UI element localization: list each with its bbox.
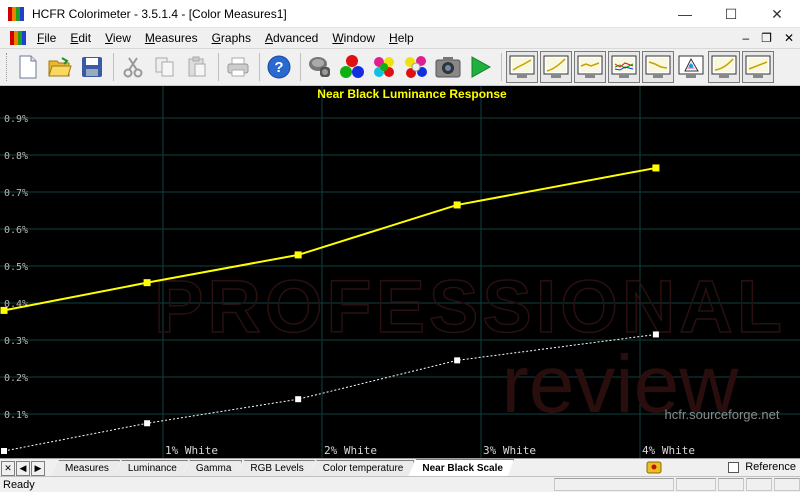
status-panel — [774, 478, 800, 491]
tab-near-black-scale[interactable]: Near Black Scale — [408, 459, 514, 476]
graph-view-8-icon[interactable] — [742, 51, 774, 83]
toolbar-separator — [259, 53, 260, 81]
graph-tab-strip: ✕ ◀ ▶ Measures Luminance Gamma RGB Level… — [0, 458, 800, 476]
rgb-balls-icon[interactable] — [337, 52, 367, 82]
cut-icon[interactable] — [118, 52, 148, 82]
new-document-icon[interactable] — [13, 52, 43, 82]
toolbar-separator — [113, 53, 114, 81]
tab-luminance[interactable]: Luminance — [114, 460, 188, 476]
data-point — [454, 357, 461, 364]
y-tick-label: 0.7% — [4, 188, 28, 199]
status-text: Ready — [3, 478, 35, 491]
menu-measures[interactable]: Measures — [138, 31, 205, 45]
tab-measures[interactable]: Measures — [51, 460, 120, 476]
menu-view[interactable]: View — [98, 31, 138, 45]
menu-graphs[interactable]: Graphs — [205, 31, 258, 45]
app-icon — [8, 6, 24, 21]
data-point — [294, 251, 302, 259]
y-tick-label: 0.3% — [4, 336, 28, 347]
paste-icon[interactable] — [182, 52, 212, 82]
mdi-close-button[interactable]: ✕ — [784, 31, 794, 45]
sensor-icon[interactable] — [305, 52, 335, 82]
status-panel — [554, 478, 674, 491]
camera-icon[interactable] — [433, 52, 463, 82]
data-point — [1, 448, 7, 454]
minimize-button[interactable]: — — [662, 0, 708, 28]
tab-color-temperature[interactable]: Color temperature — [309, 460, 415, 476]
menu-help[interactable]: Help — [382, 31, 421, 45]
watermark-text-primary: PROFESSIONAL — [154, 265, 786, 348]
menu-file[interactable]: File — [30, 31, 63, 45]
menu-bar: File Edit View Measures Graphs Advanced … — [0, 28, 800, 48]
document-icon[interactable] — [10, 31, 26, 45]
toolbar: ? — [0, 48, 800, 86]
menu-advanced[interactable]: Advanced — [258, 31, 325, 45]
tab-rgb-levels[interactable]: RGB Levels — [236, 460, 314, 476]
tab-close-button[interactable]: ✕ — [1, 461, 15, 476]
near-black-chart[interactable]: 0.1% 0.2% 0.3% 0.4% 0.5% 0.6% 0.7% 0.8% 0.9% 1% W… — [0, 86, 800, 458]
x-tick-label: 4% White — [642, 444, 695, 457]
title-bar: HCFR Colorimeter - 3.5.1.4 - [Color Meas… — [0, 0, 800, 28]
reference-label: Reference — [745, 461, 796, 473]
tab-gamma[interactable]: Gamma — [182, 460, 243, 476]
graph-view-4-icon[interactable] — [608, 51, 640, 83]
data-point — [652, 164, 660, 172]
x-tick-label: 3% White — [483, 444, 536, 457]
tab-scroll-right-button[interactable]: ▶ — [31, 461, 45, 476]
y-tick-label: 0.9% — [4, 114, 28, 125]
status-panel — [746, 478, 772, 491]
reference-checkbox[interactable] — [728, 461, 740, 473]
data-point — [144, 420, 151, 427]
y-tick-label: 0.5% — [4, 262, 28, 273]
color-balls-icon[interactable] — [369, 52, 399, 82]
graph-view-6-icon[interactable] — [676, 52, 706, 82]
toolbar-separator — [218, 53, 219, 81]
data-point — [453, 201, 461, 209]
color-wheel-balls-icon[interactable] — [401, 52, 431, 82]
menu-edit[interactable]: Edit — [63, 31, 98, 45]
toolbar-separator — [300, 53, 301, 81]
toolbar-separator — [501, 53, 502, 81]
svg-text:?: ? — [274, 59, 283, 76]
watermark-credit: hcfr.sourceforge.net — [665, 407, 780, 422]
copy-icon[interactable] — [150, 52, 180, 82]
status-panel — [676, 478, 716, 491]
y-tick-label: 0.8% — [4, 151, 28, 162]
status-bar: Ready — [0, 476, 800, 492]
data-point — [0, 306, 8, 314]
graph-view-1-icon[interactable] — [506, 51, 538, 83]
menu-window[interactable]: Window — [325, 31, 382, 45]
window-title: HCFR Colorimeter - 3.5.1.4 - [Color Meas… — [32, 6, 287, 21]
data-point — [295, 396, 302, 403]
help-icon[interactable]: ? — [264, 52, 294, 82]
maximize-button[interactable]: ☐ — [708, 0, 754, 28]
chart-title: Near Black Luminance Response — [317, 87, 507, 101]
measure-lock-icon[interactable] — [646, 460, 662, 474]
status-panel — [718, 478, 744, 491]
y-tick-label: 0.1% — [4, 410, 28, 421]
graph-view-2-icon[interactable] — [540, 51, 572, 83]
x-tick-label: 2% White — [324, 444, 377, 457]
play-icon[interactable] — [465, 52, 495, 82]
data-point — [652, 331, 659, 338]
print-icon[interactable] — [223, 52, 253, 82]
graph-view-7-icon[interactable] — [708, 51, 740, 83]
data-point — [143, 279, 151, 287]
open-folder-icon[interactable] — [45, 52, 75, 82]
tab-scroll-left-button[interactable]: ◀ — [16, 461, 30, 476]
toolbar-grip[interactable] — [6, 53, 9, 81]
graph-view-5-icon[interactable] — [642, 51, 674, 83]
mdi-minimize-button[interactable]: – — [742, 31, 749, 45]
app-window: HCFR Colorimeter - 3.5.1.4 - [Color Meas… — [0, 0, 800, 492]
mdi-restore-button[interactable]: ❐ — [761, 31, 772, 45]
graph-view-3-icon[interactable] — [574, 51, 606, 83]
y-tick-label: 0.2% — [4, 373, 28, 384]
y-tick-label: 0.6% — [4, 225, 28, 236]
x-tick-label: 1% White — [165, 444, 218, 457]
chart-canvas: 0.1%0.2%0.3%0.4%0.5%0.6%0.7%0.8%0.9%1% W… — [0, 86, 800, 458]
save-disk-icon[interactable] — [77, 52, 107, 82]
close-button[interactable]: ✕ — [754, 0, 800, 28]
